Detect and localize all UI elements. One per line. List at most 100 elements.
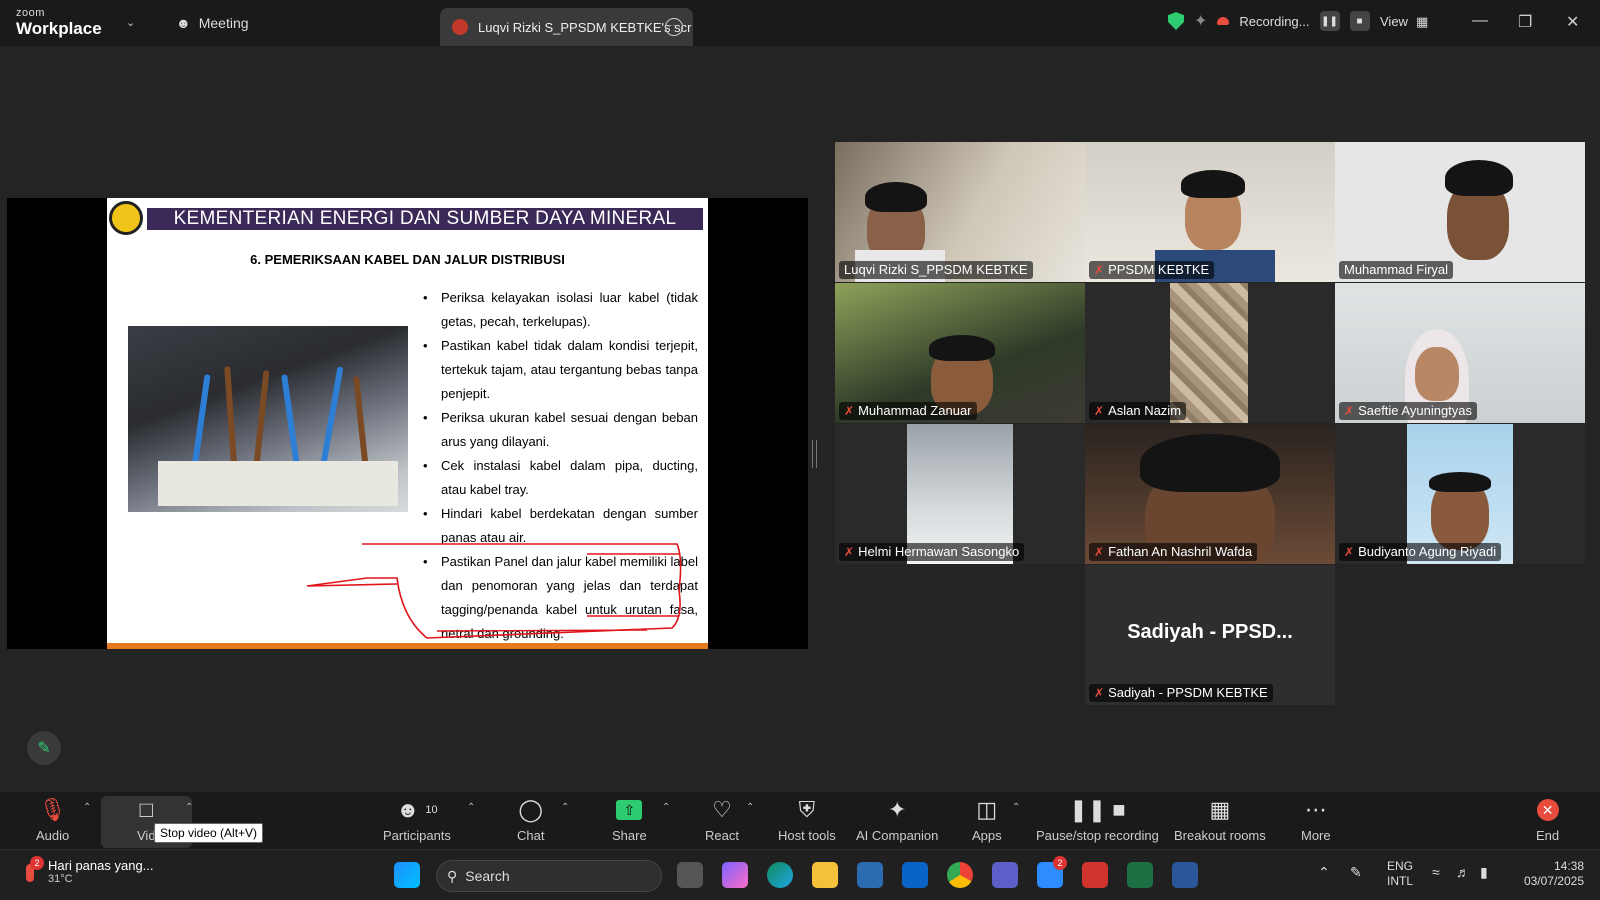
ai-sparkle-icon[interactable]: ✦ (1194, 11, 1207, 31)
more-options-icon[interactable]: ··· (665, 18, 683, 36)
participant-tile-active-speaker[interactable]: Muhammad Firyal (1335, 142, 1585, 282)
language-top: ENG (1387, 859, 1414, 873)
apps-label: Apps (972, 828, 1002, 843)
share-button[interactable]: ⇧ Share (612, 796, 647, 843)
participant-name: ✗ Budiyanto Agung Riyadi (1339, 543, 1502, 561)
shared-screen[interactable]: KEMENTERIAN ENERGI DAN SUMBER DAYA MINER… (7, 198, 808, 649)
encryption-shield-icon[interactable] (1168, 12, 1184, 30)
audio-options-caret-icon[interactable]: ⌃ (83, 802, 91, 813)
windows-start-icon[interactable] (394, 862, 420, 888)
apps-button[interactable]: ◫ Apps (972, 796, 1002, 843)
audio-button[interactable]: 🎙 Audio (36, 796, 69, 843)
close-icon[interactable]: ✕ (1566, 12, 1579, 32)
share-label: Share (612, 828, 647, 843)
muted-mic-icon: ✗ (1344, 404, 1355, 418)
heart-icon: ♡ (712, 797, 732, 822)
video-options-caret-icon[interactable]: ⌃ (185, 802, 193, 813)
acrobat-icon[interactable] (1082, 862, 1108, 888)
share-screen-icon: ⇧ (616, 796, 643, 824)
pause-stop-recording-button[interactable]: ❚❚ ■ Pause/stop recording (1036, 796, 1159, 843)
minimize-icon[interactable]: — (1472, 12, 1488, 30)
react-caret-icon[interactable]: ⌃ (746, 802, 754, 813)
participant-tile[interactable]: ✗ Muhammad Zanuar (835, 283, 1085, 423)
participant-tile[interactable]: ✗ Budiyanto Agung Riyadi (1335, 424, 1585, 564)
participant-tile[interactable]: ✗ Saeftie Ayuningtyas (1335, 283, 1585, 423)
end-meeting-button[interactable]: ✕ End (1536, 796, 1559, 843)
file-explorer-icon[interactable] (812, 862, 838, 888)
video-label: Vid (137, 828, 156, 843)
participants-caret-icon[interactable]: ⌃ (467, 802, 475, 813)
participant-tile[interactable]: Luqvi Rizki S_PPSDM KEBTKE (835, 142, 1085, 282)
chat-button[interactable]: ◯ Chat (517, 796, 544, 843)
clock[interactable]: 14:38 03/07/2025 (1514, 859, 1584, 889)
participant-big-name: Sadiyah - PPSD... (1127, 621, 1293, 643)
participant-tile[interactable]: ✗ PPSDM KEBTKE (1085, 142, 1335, 282)
participant-tile[interactable]: ✗ Fathan An Nashril Wafda (1085, 424, 1335, 564)
restore-icon[interactable]: ❐ (1518, 12, 1532, 32)
search-icon: ⚲ (447, 867, 458, 884)
chrome-icon[interactable] (947, 862, 973, 888)
language-bottom: INTL (1387, 874, 1414, 888)
meeting-tab[interactable]: ☻ Meeting (176, 15, 249, 31)
pause-recording-icon[interactable]: ❚❚ (1319, 11, 1340, 31)
annotate-pencil-icon[interactable]: ✎ (27, 731, 61, 765)
breakout-grid-icon: ▦ (1209, 797, 1231, 822)
muted-mic-icon: ✗ (1094, 686, 1105, 700)
zoom-app-icon[interactable]: 2 (1037, 856, 1067, 888)
breakout-rooms-button[interactable]: ▦ Breakout rooms (1174, 796, 1266, 843)
slide-bullet-list: Periksa kelayakan isolasi luar kabel (ti… (423, 286, 698, 646)
apps-caret-icon[interactable]: ⌃ (1012, 802, 1020, 813)
screen-share-tab[interactable]: Luqvi Rizki S_PPSDM KEBTKE's scr ··· (440, 8, 693, 46)
participant-tile[interactable]: ✗ Helmi Hermawan Sasongko (835, 424, 1085, 564)
more-ellipsis-icon: ⋯ (1304, 797, 1327, 822)
clock-time: 14:38 (1553, 859, 1584, 873)
video-tooltip: Stop video (Alt+V) (154, 823, 264, 843)
stop-recording-icon[interactable]: ■ (1349, 11, 1370, 31)
battery-icon[interactable]: ▮ (1480, 864, 1488, 881)
slide-header: KEMENTERIAN ENERGI DAN SUMBER DAYA MINER… (147, 208, 703, 230)
outlook-icon[interactable] (902, 862, 928, 888)
bullet-item: Periksa ukuran kabel sesuai dengan beban… (423, 406, 698, 454)
taskbar-search[interactable]: ⚲ Search (436, 860, 662, 892)
ai-companion-button[interactable]: ✦ AI Companion (856, 796, 938, 843)
bullet-item: Cek instalasi kabel dalam pipa, ducting,… (423, 454, 698, 502)
weather-temp: 31°C (48, 873, 73, 885)
participant-tile[interactable]: Sadiyah - PPSD... ✗ Sadiyah - PPSDM KEBTK… (1085, 565, 1335, 705)
brand-top: zoom (16, 7, 45, 19)
zoom-logo[interactable]: zoom Workplace (16, 7, 102, 38)
host-tools-button[interactable]: ⛨ Host tools (778, 796, 836, 843)
clock-date: 03/07/2025 (1523, 874, 1584, 888)
participant-tile[interactable]: ✗ Aslan Nazim (1085, 283, 1335, 423)
volume-icon[interactable]: ♬ (1456, 864, 1470, 880)
teams-icon[interactable] (992, 862, 1018, 888)
chevron-down-icon[interactable]: ⌄ (126, 16, 135, 29)
excel-icon[interactable] (1127, 862, 1153, 888)
slide-subtitle: 6. PEMERIKSAAN KABEL DAN JALUR DISTRIBUS… (250, 252, 565, 267)
more-button[interactable]: ⋯ More (1301, 796, 1331, 843)
copilot-icon[interactable] (722, 862, 748, 888)
language-indicator[interactable]: ENG INTL (1387, 859, 1413, 889)
weather-widget[interactable]: 2 Hari panas yang... 31°C (22, 855, 154, 885)
muted-mic-icon: ✗ (1344, 545, 1355, 559)
view-button[interactable]: View ▦ (1380, 14, 1428, 30)
end-label: End (1536, 828, 1560, 843)
muted-mic-icon: ✗ (1094, 263, 1105, 277)
word-icon[interactable] (1172, 862, 1198, 888)
wifi-icon[interactable]: ≈ (1432, 864, 1440, 880)
microsoft-store-icon[interactable] (857, 862, 883, 888)
participants-button[interactable]: ☻ 10 Participants (383, 796, 451, 843)
chat-caret-icon[interactable]: ⌃ (561, 802, 569, 813)
windows-taskbar: 2 Hari panas yang... 31°C ⚲ Search 2 ⌃ ✎… (0, 849, 1600, 900)
share-caret-icon[interactable]: ⌃ (662, 802, 670, 813)
pen-tray-icon[interactable]: ✎ (1350, 864, 1362, 881)
panel-resize-handle[interactable] (812, 440, 817, 468)
react-button[interactable]: ♡ React (705, 796, 739, 843)
presentation-slide: KEMENTERIAN ENERGI DAN SUMBER DAYA MINER… (107, 198, 708, 649)
participant-name: ✗ Helmi Hermawan Sasongko (839, 543, 1025, 561)
weather-badge: 2 (30, 855, 44, 870)
task-view-icon[interactable] (677, 862, 703, 888)
show-hidden-icons-chevron-icon[interactable]: ⌃ (1318, 864, 1330, 881)
view-label: View (1380, 14, 1408, 29)
edge-browser-icon[interactable] (767, 862, 793, 888)
people-icon: ☻ (176, 15, 191, 31)
